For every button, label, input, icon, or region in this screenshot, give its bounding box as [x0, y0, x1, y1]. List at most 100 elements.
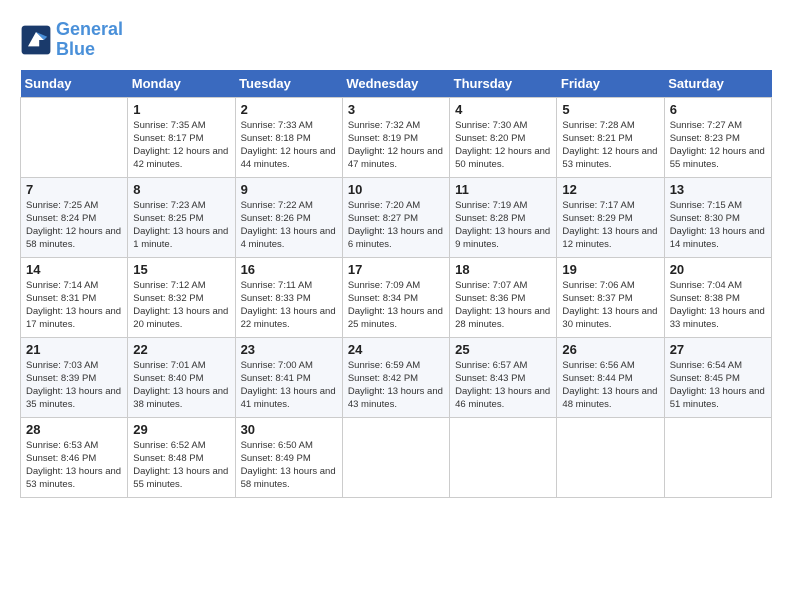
- day-info: Sunrise: 7:23 AMSunset: 8:25 PMDaylight:…: [133, 199, 229, 252]
- calendar-day-16: 16 Sunrise: 7:11 AMSunset: 8:33 PMDayligh…: [235, 257, 342, 337]
- day-number: 28: [26, 422, 122, 437]
- day-number: 29: [133, 422, 229, 437]
- day-info: Sunrise: 7:14 AMSunset: 8:31 PMDaylight:…: [26, 279, 122, 332]
- day-info: Sunrise: 6:57 AMSunset: 8:43 PMDaylight:…: [455, 359, 551, 412]
- day-number: 22: [133, 342, 229, 357]
- day-number: 13: [670, 182, 766, 197]
- weekday-header-saturday: Saturday: [664, 70, 771, 98]
- day-info: Sunrise: 7:17 AMSunset: 8:29 PMDaylight:…: [562, 199, 658, 252]
- calendar-table: SundayMondayTuesdayWednesdayThursdayFrid…: [20, 70, 772, 498]
- empty-cell: [450, 417, 557, 497]
- day-number: 4: [455, 102, 551, 117]
- day-number: 23: [241, 342, 337, 357]
- calendar-day-9: 9Sunrise: 7:22 AMSunset: 8:26 PMDaylight…: [235, 177, 342, 257]
- calendar-day-24: 24Sunrise: 6:59 AMSunset: 8:42 PMDayligh…: [342, 337, 449, 417]
- calendar-week-4: 21 Sunrise: 7:03 AMSunset: 8:39 PMDayligh…: [21, 337, 772, 417]
- day-info: Sunrise: 6:53 AMSunset: 8:46 PMDaylight:…: [26, 439, 122, 492]
- calendar-day-10: 10 Sunrise: 7:20 AMSunset: 8:27 PMDayligh…: [342, 177, 449, 257]
- weekday-header-row: SundayMondayTuesdayWednesdayThursdayFrid…: [21, 70, 772, 98]
- logo-text: General Blue: [56, 20, 123, 60]
- day-number: 30: [241, 422, 337, 437]
- empty-cell: [557, 417, 664, 497]
- day-number: 27: [670, 342, 766, 357]
- day-info: Sunrise: 7:04 AMSunset: 8:38 PMDaylight:…: [670, 279, 766, 332]
- day-number: 3: [348, 102, 444, 117]
- weekday-header-sunday: Sunday: [21, 70, 128, 98]
- day-info: Sunrise: 7:12 AMSunset: 8:32 PMDaylight:…: [133, 279, 229, 332]
- calendar-day-15: 15 Sunrise: 7:12 AMSunset: 8:32 PMDayligh…: [128, 257, 235, 337]
- day-info: Sunrise: 7:09 AMSunset: 8:34 PMDaylight:…: [348, 279, 444, 332]
- calendar-week-5: 28 Sunrise: 6:53 AMSunset: 8:46 PMDayligh…: [21, 417, 772, 497]
- calendar-day-8: 8Sunrise: 7:23 AMSunset: 8:25 PMDaylight…: [128, 177, 235, 257]
- calendar-week-3: 14Sunrise: 7:14 AMSunset: 8:31 PMDayligh…: [21, 257, 772, 337]
- day-number: 12: [562, 182, 658, 197]
- weekday-header-friday: Friday: [557, 70, 664, 98]
- day-info: Sunrise: 7:19 AMSunset: 8:28 PMDaylight:…: [455, 199, 551, 252]
- weekday-header-wednesday: Wednesday: [342, 70, 449, 98]
- page-header: General Blue: [20, 20, 772, 60]
- weekday-header-thursday: Thursday: [450, 70, 557, 98]
- calendar-day-12: 12 Sunrise: 7:17 AMSunset: 8:29 PMDayligh…: [557, 177, 664, 257]
- empty-cell: [664, 417, 771, 497]
- weekday-header-tuesday: Tuesday: [235, 70, 342, 98]
- calendar-day-17: 17 Sunrise: 7:09 AMSunset: 8:34 PMDayligh…: [342, 257, 449, 337]
- day-info: Sunrise: 7:15 AMSunset: 8:30 PMDaylight:…: [670, 199, 766, 252]
- day-number: 1: [133, 102, 229, 117]
- day-info: Sunrise: 7:25 AMSunset: 8:24 PMDaylight:…: [26, 199, 122, 252]
- day-info: Sunrise: 7:32 AMSunset: 8:19 PMDaylight:…: [348, 119, 444, 172]
- day-info: Sunrise: 6:54 AMSunset: 8:45 PMDaylight:…: [670, 359, 766, 412]
- calendar-week-1: 1 Sunrise: 7:35 AMSunset: 8:17 PMDaylight…: [21, 97, 772, 177]
- calendar-day-18: 18 Sunrise: 7:07 AMSunset: 8:36 PMDayligh…: [450, 257, 557, 337]
- calendar-day-3: 3 Sunrise: 7:32 AMSunset: 8:19 PMDaylight…: [342, 97, 449, 177]
- calendar-day-13: 13 Sunrise: 7:15 AMSunset: 8:30 PMDayligh…: [664, 177, 771, 257]
- calendar-day-4: 4Sunrise: 7:30 AMSunset: 8:20 PMDaylight…: [450, 97, 557, 177]
- calendar-day-26: 26 Sunrise: 6:56 AMSunset: 8:44 PMDayligh…: [557, 337, 664, 417]
- calendar-day-6: 6Sunrise: 7:27 AMSunset: 8:23 PMDaylight…: [664, 97, 771, 177]
- day-number: 21: [26, 342, 122, 357]
- calendar-day-21: 21 Sunrise: 7:03 AMSunset: 8:39 PMDayligh…: [21, 337, 128, 417]
- day-info: Sunrise: 7:33 AMSunset: 8:18 PMDaylight:…: [241, 119, 337, 172]
- calendar-day-27: 27 Sunrise: 6:54 AMSunset: 8:45 PMDayligh…: [664, 337, 771, 417]
- day-number: 6: [670, 102, 766, 117]
- day-number: 15: [133, 262, 229, 277]
- day-info: Sunrise: 6:59 AMSunset: 8:42 PMDaylight:…: [348, 359, 444, 412]
- day-number: 20: [670, 262, 766, 277]
- day-info: Sunrise: 7:07 AMSunset: 8:36 PMDaylight:…: [455, 279, 551, 332]
- day-number: 10: [348, 182, 444, 197]
- calendar-day-11: 11Sunrise: 7:19 AMSunset: 8:28 PMDayligh…: [450, 177, 557, 257]
- calendar-day-22: 22 Sunrise: 7:01 AMSunset: 8:40 PMDayligh…: [128, 337, 235, 417]
- day-number: 7: [26, 182, 122, 197]
- calendar-day-30: 30 Sunrise: 6:50 AMSunset: 8:49 PMDayligh…: [235, 417, 342, 497]
- calendar-day-1: 1 Sunrise: 7:35 AMSunset: 8:17 PMDaylight…: [128, 97, 235, 177]
- day-info: Sunrise: 6:50 AMSunset: 8:49 PMDaylight:…: [241, 439, 337, 492]
- day-number: 17: [348, 262, 444, 277]
- day-number: 25: [455, 342, 551, 357]
- day-info: Sunrise: 7:00 AMSunset: 8:41 PMDaylight:…: [241, 359, 337, 412]
- calendar-day-25: 25 Sunrise: 6:57 AMSunset: 8:43 PMDayligh…: [450, 337, 557, 417]
- calendar-day-20: 20 Sunrise: 7:04 AMSunset: 8:38 PMDayligh…: [664, 257, 771, 337]
- day-info: Sunrise: 6:52 AMSunset: 8:48 PMDaylight:…: [133, 439, 229, 492]
- day-info: Sunrise: 7:03 AMSunset: 8:39 PMDaylight:…: [26, 359, 122, 412]
- day-info: Sunrise: 7:01 AMSunset: 8:40 PMDaylight:…: [133, 359, 229, 412]
- logo-icon: [20, 24, 52, 56]
- weekday-header-monday: Monday: [128, 70, 235, 98]
- calendar-day-23: 23 Sunrise: 7:00 AMSunset: 8:41 PMDayligh…: [235, 337, 342, 417]
- calendar-day-7: 7 Sunrise: 7:25 AMSunset: 8:24 PMDaylight…: [21, 177, 128, 257]
- day-number: 16: [241, 262, 337, 277]
- calendar-day-29: 29 Sunrise: 6:52 AMSunset: 8:48 PMDayligh…: [128, 417, 235, 497]
- calendar-day-19: 19Sunrise: 7:06 AMSunset: 8:37 PMDayligh…: [557, 257, 664, 337]
- day-number: 26: [562, 342, 658, 357]
- day-number: 5: [562, 102, 658, 117]
- calendar-week-2: 7 Sunrise: 7:25 AMSunset: 8:24 PMDaylight…: [21, 177, 772, 257]
- day-info: Sunrise: 7:35 AMSunset: 8:17 PMDaylight:…: [133, 119, 229, 172]
- day-info: Sunrise: 7:20 AMSunset: 8:27 PMDaylight:…: [348, 199, 444, 252]
- calendar-day-2: 2Sunrise: 7:33 AMSunset: 8:18 PMDaylight…: [235, 97, 342, 177]
- logo: General Blue: [20, 20, 123, 60]
- day-info: Sunrise: 6:56 AMSunset: 8:44 PMDaylight:…: [562, 359, 658, 412]
- calendar-day-14: 14Sunrise: 7:14 AMSunset: 8:31 PMDayligh…: [21, 257, 128, 337]
- day-info: Sunrise: 7:06 AMSunset: 8:37 PMDaylight:…: [562, 279, 658, 332]
- calendar-day-28: 28 Sunrise: 6:53 AMSunset: 8:46 PMDayligh…: [21, 417, 128, 497]
- day-info: Sunrise: 7:11 AMSunset: 8:33 PMDaylight:…: [241, 279, 337, 332]
- day-info: Sunrise: 7:28 AMSunset: 8:21 PMDaylight:…: [562, 119, 658, 172]
- day-number: 18: [455, 262, 551, 277]
